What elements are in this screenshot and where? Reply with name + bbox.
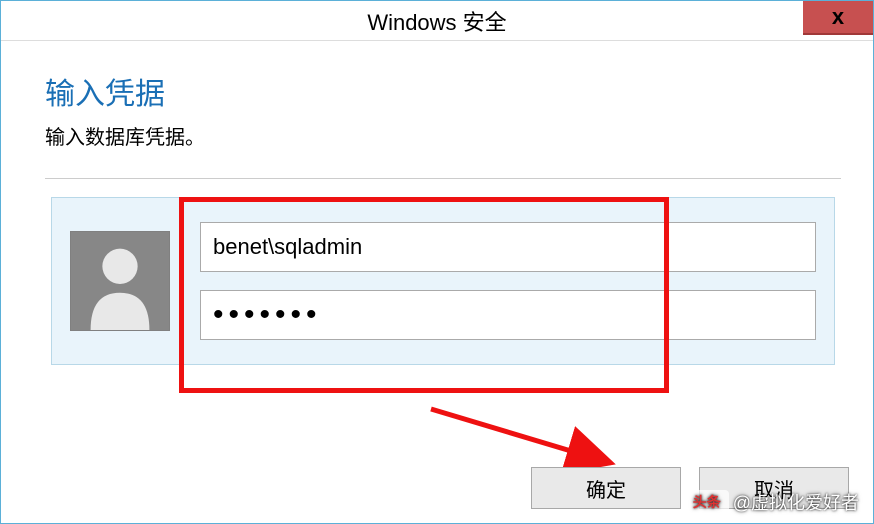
credential-panel <box>51 197 835 365</box>
dialog-subheading: 输入数据库凭据。 <box>45 121 841 150</box>
security-dialog-window: Windows 安全 x 输入凭据 输入数据库凭据。 <box>0 0 874 524</box>
close-button[interactable]: x <box>803 1 873 35</box>
watermark-text: @虚拟化爱好者 <box>733 489 859 515</box>
username-input[interactable] <box>200 222 816 272</box>
dialog-content: 输入凭据 输入数据库凭据。 <box>1 41 873 365</box>
watermark-badge: 头条 <box>685 490 729 514</box>
titlebar: Windows 安全 x <box>1 1 873 41</box>
credential-fields <box>200 222 816 340</box>
close-icon: x <box>832 4 844 30</box>
user-avatar-icon <box>70 231 170 331</box>
window-title: Windows 安全 <box>367 5 506 37</box>
dialog-heading: 输入凭据 <box>45 69 841 113</box>
ok-button-label: 确定 <box>586 474 626 503</box>
ok-button[interactable]: 确定 <box>531 467 681 509</box>
divider <box>45 178 841 179</box>
watermark: 头条 @虚拟化爱好者 <box>685 489 859 515</box>
password-input[interactable] <box>200 290 816 340</box>
